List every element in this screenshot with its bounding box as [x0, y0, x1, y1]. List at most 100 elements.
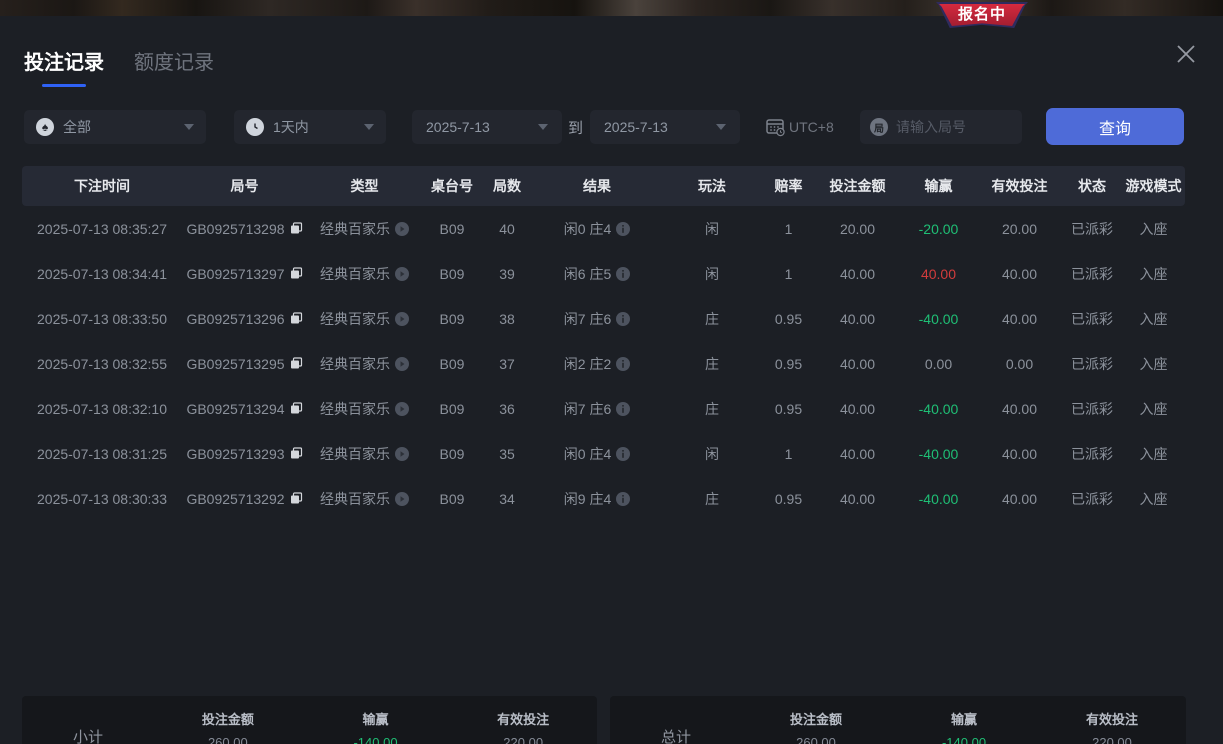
- replay-icon[interactable]: [395, 357, 409, 371]
- bet-time: 2025-07-13 08:33:50: [22, 311, 182, 327]
- info-icon[interactable]: [616, 357, 630, 371]
- status-badge: 已派彩: [1062, 489, 1122, 509]
- play-type: 闲: [662, 444, 762, 464]
- col-header-odds: 赔率: [762, 176, 815, 196]
- date-to-picker[interactable]: 2025-7-13: [590, 110, 740, 144]
- game-mode: 入座: [1122, 354, 1185, 374]
- round-number: GB0925713298: [186, 221, 284, 237]
- status-badge: 已派彩: [1062, 354, 1122, 374]
- tab-bet-records[interactable]: 投注记录: [24, 46, 104, 87]
- info-icon[interactable]: [616, 267, 630, 281]
- copy-icon[interactable]: [290, 357, 303, 370]
- col-header-play: 玩法: [662, 176, 762, 196]
- category-dropdown[interactable]: ♠ 全部: [24, 110, 206, 144]
- round-number-input[interactable]: [896, 119, 1006, 135]
- type-cell: 经典百家乐: [307, 489, 422, 509]
- col-header-time: 下注时间: [22, 176, 182, 196]
- winloss-value: -40.00: [900, 311, 977, 327]
- info-icon[interactable]: [616, 222, 630, 236]
- odds-value: 0.95: [762, 401, 815, 417]
- info-icon[interactable]: [616, 312, 630, 326]
- status-badge: 已派彩: [1062, 399, 1122, 419]
- replay-icon[interactable]: [395, 447, 409, 461]
- odds-value: 1: [762, 266, 815, 282]
- result-value: 闲2 庄2: [564, 354, 611, 374]
- info-icon[interactable]: [616, 447, 630, 461]
- total-winloss: 输赢 -140.00: [890, 709, 1038, 744]
- replay-icon[interactable]: [395, 222, 409, 236]
- odds-value: 0.95: [762, 356, 815, 372]
- tab-quota-records[interactable]: 额度记录: [134, 46, 214, 87]
- valid-bet: 20.00: [977, 221, 1062, 237]
- result-value: 闲7 庄6: [564, 399, 611, 419]
- game-mode: 入座: [1122, 399, 1185, 419]
- round-cell: GB0925713297: [182, 266, 307, 282]
- winloss-value: 40.00: [900, 266, 977, 282]
- copy-icon[interactable]: [290, 267, 303, 280]
- query-button[interactable]: 查询: [1046, 108, 1184, 145]
- subtotal-panel: 小计 投注金额 260.00 输赢 -140.00 有效投注 220.00: [22, 696, 597, 744]
- winloss-value: -40.00: [900, 491, 977, 507]
- result-value: 闲9 庄4: [564, 489, 611, 509]
- replay-icon[interactable]: [395, 402, 409, 416]
- subtotal-winloss: 输赢 -140.00: [302, 709, 450, 744]
- time-range-value: 1天内: [273, 117, 309, 137]
- copy-icon[interactable]: [290, 402, 303, 415]
- copy-icon[interactable]: [290, 222, 303, 235]
- copy-icon[interactable]: [290, 492, 303, 505]
- game-count: 40: [482, 221, 532, 237]
- date-from-picker[interactable]: 2025-7-13: [412, 110, 562, 144]
- copy-icon[interactable]: [290, 312, 303, 325]
- winloss-value: -20.00: [900, 221, 977, 237]
- replay-icon[interactable]: [395, 267, 409, 281]
- chevron-down-icon: [716, 124, 726, 130]
- table-row: 2025-07-13 08:32:10 GB0925713294 经典百家乐 B…: [22, 386, 1185, 431]
- game-type: 经典百家乐: [320, 399, 390, 419]
- info-icon[interactable]: [616, 492, 630, 506]
- time-range-dropdown[interactable]: 1天内: [234, 110, 386, 144]
- type-cell: 经典百家乐: [307, 219, 422, 239]
- col-header-result: 结果: [532, 176, 662, 196]
- col-header-mode: 游戏模式: [1122, 176, 1185, 196]
- col-header-type: 类型: [307, 176, 422, 196]
- winloss-value: -40.00: [900, 401, 977, 417]
- replay-icon[interactable]: [395, 492, 409, 506]
- game-type: 经典百家乐: [320, 309, 390, 329]
- result-cell: 闲9 庄4: [532, 489, 662, 509]
- subtotal-amount: 投注金额 260.00: [154, 709, 302, 744]
- game-type: 经典百家乐: [320, 354, 390, 374]
- chevron-down-icon: [184, 124, 194, 130]
- bet-time: 2025-07-13 08:32:10: [22, 401, 182, 417]
- type-cell: 经典百家乐: [307, 444, 422, 464]
- bet-records-table: 下注时间 局号 类型 桌台号 局数 结果 玩法 赔率 投注金额 输赢 有效投注 …: [22, 166, 1185, 521]
- info-icon[interactable]: [616, 402, 630, 416]
- odds-value: 1: [762, 446, 815, 462]
- table-number: B09: [422, 446, 482, 462]
- round-cell: GB0925713298: [182, 221, 307, 237]
- type-cell: 经典百家乐: [307, 354, 422, 374]
- winloss-value: -40.00: [900, 446, 977, 462]
- replay-icon[interactable]: [395, 312, 409, 326]
- result-value: 闲0 庄4: [564, 219, 611, 239]
- date-to-value: 2025-7-13: [604, 119, 668, 135]
- total-valid: 有效投注 220.00: [1038, 709, 1186, 744]
- summary-footer: 小计 投注金额 260.00 输赢 -140.00 有效投注 220.00 总计…: [0, 680, 1223, 744]
- date-to-label: 到: [568, 117, 583, 138]
- total-amount: 投注金额 260.00: [742, 709, 890, 744]
- total-label: 总计: [610, 726, 742, 744]
- game-type: 经典百家乐: [320, 219, 390, 239]
- result-value: 闲0 庄4: [564, 444, 611, 464]
- col-header-table: 桌台号: [422, 176, 482, 196]
- type-cell: 经典百家乐: [307, 309, 422, 329]
- type-cell: 经典百家乐: [307, 399, 422, 419]
- col-header-valid: 有效投注: [977, 176, 1062, 196]
- table-number: B09: [422, 221, 482, 237]
- timezone-indicator: UTC+8: [765, 117, 834, 137]
- close-icon[interactable]: [1175, 43, 1197, 65]
- bet-amount: 20.00: [815, 221, 900, 237]
- table-row: 2025-07-13 08:33:50 GB0925713296 经典百家乐 B…: [22, 296, 1185, 341]
- table-header-row: 下注时间 局号 类型 桌台号 局数 结果 玩法 赔率 投注金额 输赢 有效投注 …: [22, 166, 1185, 206]
- round-cell: GB0925713296: [182, 311, 307, 327]
- play-type: 庄: [662, 354, 762, 374]
- copy-icon[interactable]: [290, 447, 303, 460]
